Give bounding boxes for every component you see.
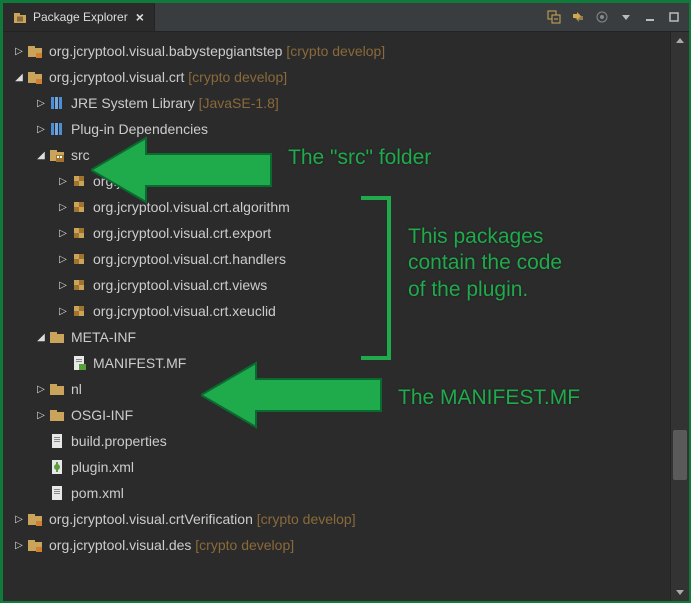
chevron-right-icon[interactable]: ▷ — [13, 46, 27, 57]
package-icon — [71, 303, 87, 319]
tree-item-p3[interactable]: ▷ org.jcryptool.visual.des [crypto develo… — [9, 532, 670, 558]
view-menu-button[interactable] — [615, 6, 637, 28]
tree-item-label: org.jcryptool.visual.crtVerification [cr… — [49, 511, 356, 527]
tree-item-pk3[interactable]: ▷ org.jcryptool.visual.crt.handlers — [9, 246, 670, 272]
tree-item-label: META-INF — [71, 329, 136, 345]
tree-item-bp[interactable]: ▷build.properties — [9, 428, 670, 454]
folder-icon — [49, 407, 65, 423]
tree-item-mf[interactable]: ▷MANIFEST.MF — [9, 350, 670, 376]
scroll-down-button[interactable] — [671, 583, 689, 601]
package-explorer-icon — [13, 10, 27, 24]
file-icon — [49, 433, 65, 449]
chevron-right-icon[interactable]: ▷ — [13, 540, 27, 551]
manifest-icon — [71, 355, 87, 371]
tree-item-pk1[interactable]: ▷ org.jcryptool.visual.crt.algorithm — [9, 194, 670, 220]
folder-icon — [49, 329, 65, 345]
library-icon — [49, 121, 65, 137]
folder-icon — [49, 381, 65, 397]
project-icon — [27, 69, 43, 85]
scrollbar[interactable] — [670, 32, 689, 601]
tree-item-pk5[interactable]: ▷ org.jcryptool.visual.crt.xeuclid — [9, 298, 670, 324]
chevron-down-icon[interactable]: ◢ — [35, 332, 49, 343]
view-tab-title: Package Explorer — [33, 10, 128, 24]
tree-item-label: org.jcryptool.visual.crt.algorithm — [93, 199, 290, 215]
package-icon — [71, 225, 87, 241]
tree-item-label: org.jcryptool.visual.crt.views — [93, 277, 267, 293]
maximize-button[interactable] — [663, 6, 685, 28]
chevron-right-icon[interactable]: ▷ — [35, 384, 49, 395]
tree-item-label: org.jcryptool.visual.des [crypto develop… — [49, 537, 294, 553]
package-icon — [71, 199, 87, 215]
tree-item-label: pom.xml — [71, 485, 124, 501]
project-icon — [27, 511, 43, 527]
file-icon — [49, 485, 65, 501]
tree-item-label: org.jcryptool.visual.babystepgiantstep [… — [49, 43, 385, 59]
chevron-right-icon[interactable]: ▷ — [35, 410, 49, 421]
chevron-right-icon[interactable]: ▷ — [13, 514, 27, 525]
tree-item-label: plugin.xml — [71, 459, 134, 475]
tree-item-px[interactable]: ▷plugin.xml — [9, 454, 670, 480]
close-icon[interactable]: × — [134, 9, 146, 25]
pluginxml-icon — [49, 459, 65, 475]
chevron-right-icon[interactable]: ▷ — [35, 98, 49, 109]
tree-item-pk2[interactable]: ▷ org.jcryptool.visual.crt.export — [9, 220, 670, 246]
tree-item-label: JRE System Library [JavaSE-1.8] — [71, 95, 279, 111]
tree-item-pid[interactable]: ▷ Plug-in Dependencies — [9, 116, 670, 142]
tree-item-jre[interactable]: ▷ JRE System Library [JavaSE-1.8] — [9, 90, 670, 116]
view-tab-bar: Package Explorer × — [3, 3, 689, 32]
tree-item-nl[interactable]: ▷ nl — [9, 376, 670, 402]
srcfolder-icon — [49, 147, 65, 163]
link-with-editor-button[interactable] — [567, 6, 589, 28]
focus-task-button[interactable] — [591, 6, 613, 28]
tree-item-label: org.jcryptool.visual.crt — [93, 173, 228, 189]
library-icon — [49, 95, 65, 111]
project-icon — [27, 43, 43, 59]
tree-item-label: org.jcryptool.visual.crt [crypto develop… — [49, 69, 287, 85]
scrollbar-thumb[interactable] — [673, 430, 687, 480]
chevron-right-icon[interactable]: ▷ — [57, 280, 71, 291]
tree-item-label: org.jcryptool.visual.crt.export — [93, 225, 271, 241]
project-icon — [27, 537, 43, 553]
package-icon — [71, 173, 87, 189]
tree-item-src[interactable]: ◢ src — [9, 142, 670, 168]
chevron-right-icon[interactable]: ▷ — [57, 254, 71, 265]
chevron-right-icon[interactable]: ▷ — [57, 306, 71, 317]
chevron-right-icon[interactable]: ▷ — [35, 124, 49, 135]
tree-item-label: src — [71, 147, 90, 163]
tree-item-pk0[interactable]: ▷ org.jcryptool.visual.crt — [9, 168, 670, 194]
tree-item-label: Plug-in Dependencies — [71, 121, 208, 137]
tree-item-label: build.properties — [71, 433, 167, 449]
tree-item-label: org.jcryptool.visual.crt.handlers — [93, 251, 286, 267]
tree-item-p1[interactable]: ◢ org.jcryptool.visual.crt [crypto develo… — [9, 64, 670, 90]
tree-item-pom[interactable]: ▷pom.xml — [9, 480, 670, 506]
project-tree[interactable]: ▷ org.jcryptool.visual.babystepgiantstep … — [3, 32, 670, 601]
chevron-right-icon[interactable]: ▷ — [57, 228, 71, 239]
tree-item-p2[interactable]: ▷ org.jcryptool.visual.crtVerification [c… — [9, 506, 670, 532]
tree-item-mi[interactable]: ◢ META-INF — [9, 324, 670, 350]
collapse-all-button[interactable] — [543, 6, 565, 28]
minimize-button[interactable] — [639, 6, 661, 28]
tree-item-pk4[interactable]: ▷ org.jcryptool.visual.crt.views — [9, 272, 670, 298]
tree-item-os[interactable]: ▷ OSGI-INF — [9, 402, 670, 428]
tree-item-label: nl — [71, 381, 82, 397]
tree-item-p0[interactable]: ▷ org.jcryptool.visual.babystepgiantstep … — [9, 38, 670, 64]
chevron-right-icon[interactable]: ▷ — [57, 202, 71, 213]
tree-item-label: org.jcryptool.visual.crt.xeuclid — [93, 303, 276, 319]
view-toolbar — [539, 3, 689, 31]
tree-item-label: MANIFEST.MF — [93, 355, 186, 371]
tree-item-label: OSGI-INF — [71, 407, 133, 423]
chevron-right-icon[interactable]: ▷ — [57, 176, 71, 187]
chevron-down-icon[interactable]: ◢ — [35, 150, 49, 161]
view-tab[interactable]: Package Explorer × — [3, 3, 155, 31]
chevron-down-icon[interactable]: ◢ — [13, 72, 27, 83]
scroll-up-button[interactable] — [671, 32, 689, 50]
package-icon — [71, 251, 87, 267]
package-icon — [71, 277, 87, 293]
